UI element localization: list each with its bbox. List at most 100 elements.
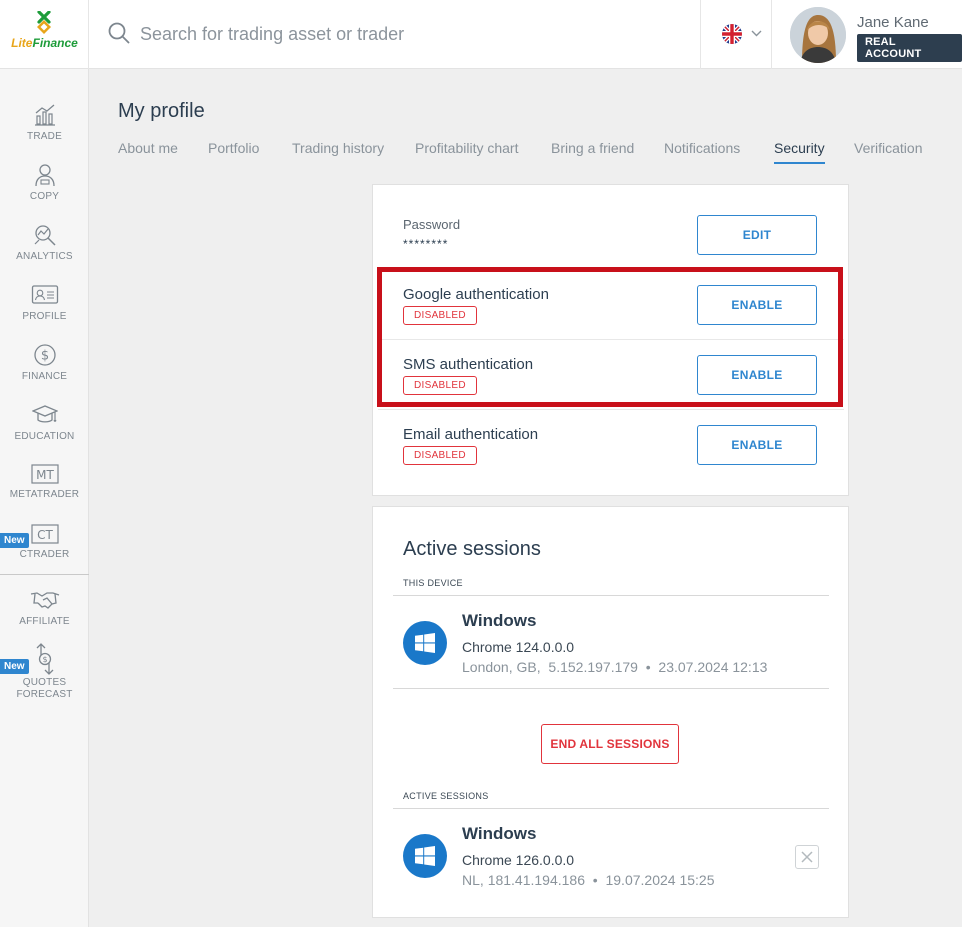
divider (393, 808, 829, 809)
search-input[interactable] (140, 17, 680, 51)
tab-security[interactable]: Security (774, 140, 825, 164)
tab-about-me[interactable]: About me (118, 140, 178, 162)
divider (393, 595, 829, 596)
uk-flag-icon (722, 24, 742, 44)
tab-portfolio[interactable]: Portfolio (208, 140, 259, 162)
quotes-forecast-icon: $ (36, 643, 53, 675)
user-avatar[interactable] (790, 7, 846, 63)
search-icon (108, 22, 130, 44)
session-browser: Chrome 126.0.0.0 (462, 852, 575, 868)
sidebar-item-profile[interactable]: PROFILE (0, 283, 89, 323)
tab-trading-history[interactable]: Trading history (292, 140, 384, 162)
security-card: Password ******** EDIT Google authentica… (372, 184, 849, 496)
google-auth-label: Google authentication (403, 286, 549, 303)
litefinance-logo[interactable]: LiteFinance (0, 0, 89, 69)
graduation-cap-icon (31, 405, 58, 423)
session-meta: London, GB, 5.152.197.179 • 23.07.2024 1… (462, 659, 767, 675)
user-name[interactable]: Jane Kane (857, 14, 929, 31)
row-divider (378, 409, 844, 410)
svg-text:$: $ (42, 655, 47, 664)
divider (393, 688, 829, 689)
separator-dot: • (645, 659, 651, 675)
sidebar-item-label: AFFILIATE (19, 616, 70, 627)
sidebar-divider (0, 574, 89, 575)
sidebar-item-analytics[interactable]: ANALYTICS (0, 223, 89, 263)
sidebar-item-affiliate[interactable]: AFFILIATE (0, 588, 89, 628)
email-auth-status-badge: DISABLED (403, 446, 477, 465)
sms-auth-status-badge: DISABLED (403, 376, 477, 395)
logo-text-lite: Lite (11, 36, 33, 50)
new-badge: New (0, 659, 29, 674)
analytics-icon (34, 225, 56, 246)
svg-text:MT: MT (36, 468, 54, 482)
password-value: ******** (403, 237, 449, 251)
sidebar-item-label-line2: FORECAST (16, 689, 73, 700)
row-divider (378, 339, 844, 340)
session-os-name: Windows (462, 824, 537, 843)
edit-password-button[interactable]: EDIT (697, 215, 817, 255)
top-header: LiteFinance Jane K (0, 0, 962, 69)
tab-verification[interactable]: Verification (854, 140, 922, 162)
session-time: 23.07.2024 12:13 (658, 659, 768, 675)
session-os-name: Windows (462, 611, 537, 630)
user-copy-icon (34, 164, 55, 187)
sidebar-item-label: ANALYTICS (16, 251, 73, 262)
logo-mark-icon (37, 11, 51, 34)
sessions-title: Active sessions (403, 538, 541, 560)
this-device-label: THIS DEVICE (403, 578, 463, 588)
session-browser: Chrome 124.0.0.0 (462, 639, 575, 655)
sidebar-item-label: COPY (29, 191, 60, 202)
logo-text: LiteFinance (0, 36, 89, 50)
sidebar-item-label: PROFILE (22, 311, 67, 322)
sidebar-item-education[interactable]: EDUCATION (0, 403, 89, 443)
close-icon (801, 851, 813, 863)
sidebar-item-label: CTRADER (19, 549, 70, 560)
sidebar-item-finance[interactable]: $ FINANCE (0, 343, 89, 383)
language-selector[interactable] (700, 0, 772, 69)
sidebar-item-trade[interactable]: TRADE (0, 103, 89, 143)
separator-dot: • (592, 872, 598, 888)
chevron-down-icon (751, 30, 762, 37)
tab-bring-a-friend[interactable]: Bring a friend (551, 140, 634, 162)
sidebar: TRADE COPY ANALYTICS PROFILE $ FINANCE E… (0, 69, 89, 927)
session-ip: 181.41.194.186 (487, 872, 586, 888)
mt-icon: MT (30, 464, 59, 484)
active-sessions-label: ACTIVE SESSIONS (403, 791, 489, 801)
end-session-button[interactable] (795, 845, 819, 869)
password-label: Password (403, 217, 461, 232)
email-auth-label: Email authentication (403, 426, 539, 443)
logo-text-finance: Finance (32, 36, 78, 50)
enable-email-auth-button[interactable]: ENABLE (697, 425, 817, 465)
sidebar-item-label: EDUCATION (14, 431, 75, 442)
account-type-badge[interactable]: REAL ACCOUNT (857, 34, 962, 62)
avatar-image (790, 7, 846, 63)
enable-google-auth-button[interactable]: ENABLE (697, 285, 817, 325)
session-location: NL, (462, 872, 484, 888)
sidebar-item-label: FINANCE (21, 371, 68, 382)
session-meta: NL, 181.41.194.186 • 19.07.2024 15:25 (462, 872, 714, 888)
sidebar-item-label: QUOTES (22, 677, 67, 688)
enable-sms-auth-button[interactable]: ENABLE (697, 355, 817, 395)
chart-icon (34, 104, 55, 126)
session-location: London, GB, (462, 659, 541, 675)
active-sessions-card: Active sessions THIS DEVICE Windows Chro… (372, 506, 849, 918)
handshake-icon (30, 592, 59, 609)
windows-icon (403, 834, 447, 878)
svg-text:$: $ (40, 349, 48, 364)
sidebar-item-label: TRADE (27, 131, 62, 142)
end-all-sessions-button[interactable]: END ALL SESSIONS (541, 724, 679, 764)
id-card-icon (31, 285, 58, 304)
svg-text:CT: CT (37, 528, 53, 542)
session-ip: 5.152.197.179 (548, 659, 638, 675)
new-badge: New (0, 533, 29, 548)
windows-icon (403, 621, 447, 665)
google-auth-status-badge: DISABLED (403, 306, 477, 325)
sidebar-item-metatrader[interactable]: MT METATRADER (0, 463, 89, 501)
dollar-icon: $ (33, 344, 56, 366)
tab-profitability-chart[interactable]: Profitability chart (415, 140, 518, 162)
sidebar-item-copy[interactable]: COPY (0, 163, 89, 203)
sms-auth-label: SMS authentication (403, 356, 534, 373)
ct-icon: CT (30, 524, 59, 544)
page-title: My profile (118, 100, 205, 122)
tab-notifications[interactable]: Notifications (664, 140, 740, 162)
